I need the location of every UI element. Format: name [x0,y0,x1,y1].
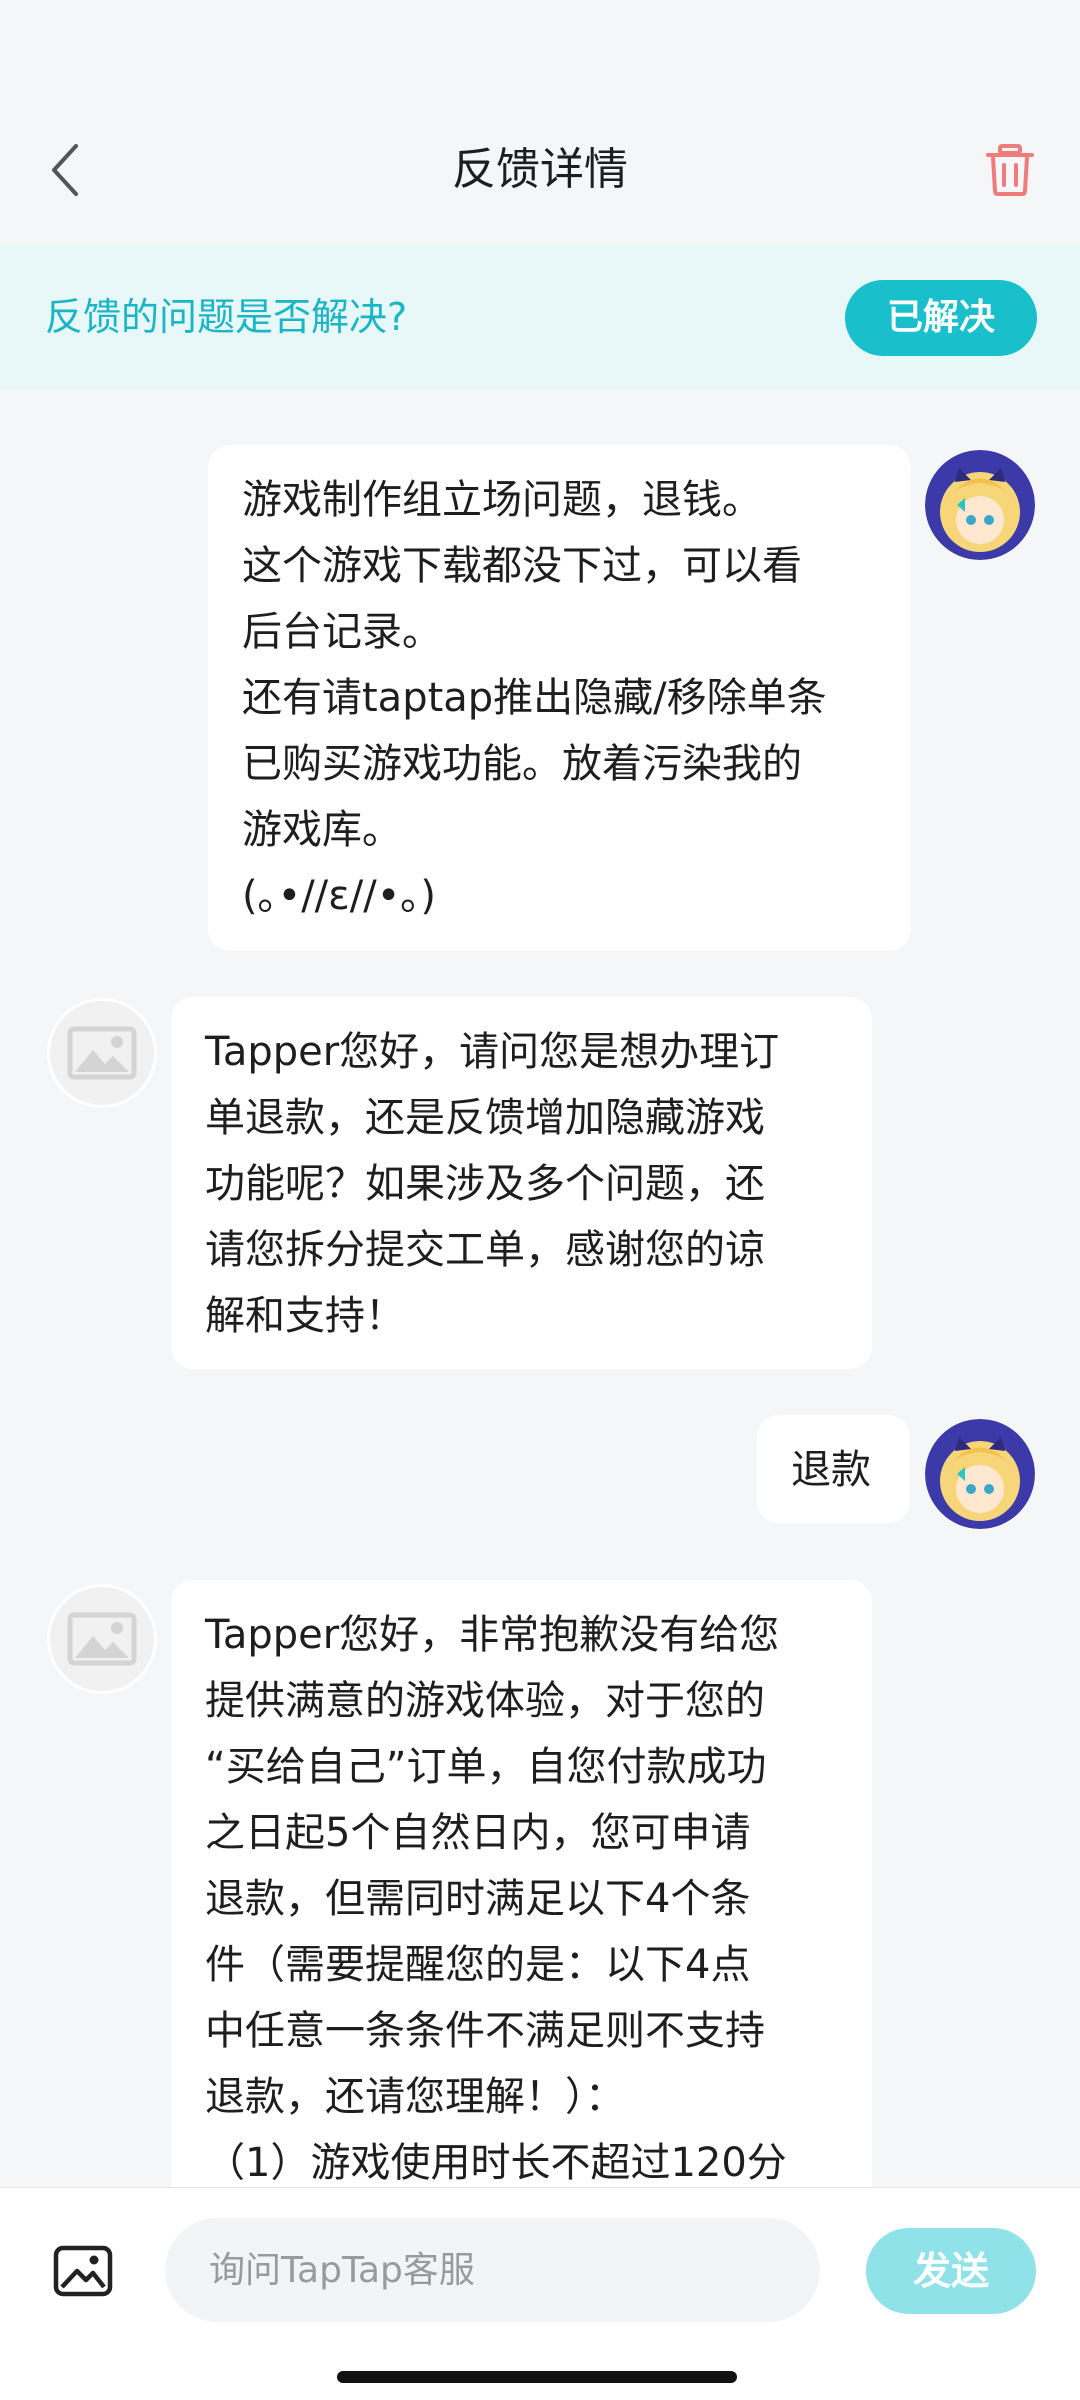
screen: 反馈详情 反馈的问题是否解决? 已解决 游戏制作组立场问题，退钱。 这个游戏下载… [0,0,1080,2400]
user-message-bubble: 退款 [757,1415,910,1523]
input-bar: 发送 [0,2187,1080,2400]
agent-message-bubble: Tapper您好，非常抱歉没有给您 提供满意的游戏体验，对于您的 “买给自己”订… [171,1580,872,2220]
header: 反馈详情 [0,0,1080,245]
user-avatar-icon [925,1419,1035,1529]
trash-icon [986,144,1034,196]
image-placeholder-icon [67,1026,137,1080]
user-message-bubble: 游戏制作组立场问题，退钱。 这个游戏下载都没下过，可以看 后台记录。 还有请ta… [208,445,911,951]
message-input[interactable] [165,2218,820,2322]
home-indicator [337,2371,737,2383]
delete-button[interactable] [980,140,1040,200]
send-button[interactable]: 发送 [866,2228,1036,2314]
resolved-button[interactable]: 已解决 [845,280,1037,356]
agent-avatar[interactable] [47,1584,157,1694]
user-avatar[interactable] [925,450,1035,560]
image-upload-button[interactable] [48,2236,118,2306]
image-placeholder-icon [67,1612,137,1666]
user-avatar-icon [925,450,1035,560]
agent-avatar[interactable] [47,998,157,1108]
image-icon [53,2245,113,2297]
resolution-question: 反馈的问题是否解决? [45,295,408,339]
agent-message-bubble: Tapper您好，请问您是想办理订 单退款，还是反馈增加隐藏游戏 功能呢？如果涉… [171,997,872,1369]
user-avatar[interactable] [925,1419,1035,1529]
resolution-banner: 反馈的问题是否解决? 已解决 [0,245,1080,390]
page-title: 反馈详情 [452,144,628,195]
